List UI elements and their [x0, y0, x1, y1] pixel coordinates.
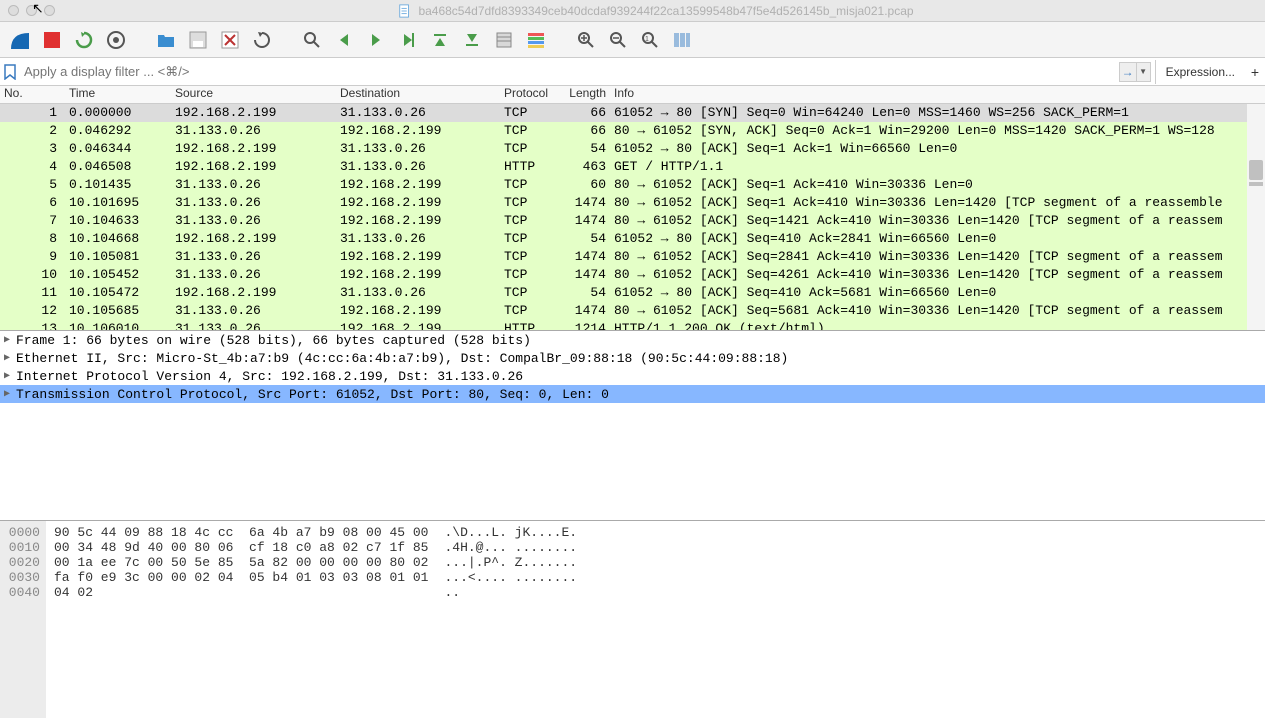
packet-row[interactable]: 1110.105472192.168.2.19931.133.0.26TCP54…: [0, 284, 1265, 302]
column-protocol[interactable]: Protocol: [500, 86, 562, 103]
chevron-down-icon: ▼: [1137, 63, 1150, 81]
column-no[interactable]: No.: [0, 86, 65, 103]
packet-list-pane: No. Time Source Destination Protocol Len…: [0, 86, 1265, 330]
column-length[interactable]: Length: [562, 86, 610, 103]
find-packet-button[interactable]: [298, 26, 326, 54]
expand-triangle-icon[interactable]: ▶: [4, 334, 16, 346]
bookmark-icon[interactable]: [2, 60, 18, 84]
expand-triangle-icon[interactable]: ▶: [4, 352, 16, 364]
save-file-button[interactable]: [184, 26, 212, 54]
zoom-in-button[interactable]: [572, 26, 600, 54]
reload-button[interactable]: [248, 26, 276, 54]
expand-triangle-icon[interactable]: ▶: [4, 370, 16, 382]
go-to-packet-button[interactable]: [394, 26, 422, 54]
detail-row[interactable]: ▶Internet Protocol Version 4, Src: 192.1…: [0, 367, 1265, 385]
detail-row[interactable]: ▶Transmission Control Protocol, Src Port…: [0, 385, 1265, 403]
hex-offsets: 0000 0010 0020 0030 0040: [0, 521, 46, 718]
expand-triangle-icon[interactable]: ▶: [4, 388, 16, 400]
packet-bytes-pane[interactable]: 0000 0010 0020 0030 0040 90 5c 44 09 88 …: [0, 520, 1265, 718]
filter-bar: → ▼ Expression... +: [0, 58, 1265, 86]
packet-row[interactable]: 610.10169531.133.0.26192.168.2.199TCP147…: [0, 194, 1265, 212]
maximize-window-button[interactable]: [44, 5, 55, 16]
packet-list-body[interactable]: 10.000000192.168.2.19931.133.0.26TCP6661…: [0, 104, 1265, 330]
close-file-button[interactable]: [216, 26, 244, 54]
go-back-button[interactable]: [330, 26, 358, 54]
capture-options-button[interactable]: [102, 26, 130, 54]
packet-row[interactable]: 20.04629231.133.0.26192.168.2.199TCP6680…: [0, 122, 1265, 140]
packet-row[interactable]: 1310.10601031.133.0.26192.168.2.199HTTP1…: [0, 320, 1265, 330]
expression-button[interactable]: Expression...: [1155, 60, 1245, 84]
packet-list-header[interactable]: No. Time Source Destination Protocol Len…: [0, 86, 1265, 104]
packet-row[interactable]: 810.104668192.168.2.19931.133.0.26TCP546…: [0, 230, 1265, 248]
go-first-button[interactable]: [426, 26, 454, 54]
column-info[interactable]: Info: [610, 86, 1265, 103]
window-controls: [8, 5, 55, 16]
packet-row[interactable]: 50.10143531.133.0.26192.168.2.199TCP6080…: [0, 176, 1265, 194]
auto-scroll-button[interactable]: [490, 26, 518, 54]
hex-bytes: 90 5c 44 09 88 18 4c cc 6a 4b a7 b9 08 0…: [46, 521, 436, 718]
document-icon: [398, 4, 412, 18]
detail-row[interactable]: ▶Ethernet II, Src: Micro-St_4b:a7:b9 (4c…: [0, 349, 1265, 367]
detail-row[interactable]: ▶Frame 1: 66 bytes on wire (528 bits), 6…: [0, 331, 1265, 349]
close-window-button[interactable]: [8, 5, 19, 16]
column-time[interactable]: Time: [65, 86, 171, 103]
packet-row[interactable]: 40.046508192.168.2.19931.133.0.26HTTP463…: [0, 158, 1265, 176]
filter-arrow-icon: →: [1120, 63, 1137, 81]
display-filter-input[interactable]: [20, 60, 1115, 84]
title-bar: ↖ ba468c54d7dfd8393349ceb40dcdaf939244f2…: [0, 0, 1265, 22]
zoom-out-button[interactable]: [604, 26, 632, 54]
stop-capture-button[interactable]: [38, 26, 66, 54]
colorize-button[interactable]: [522, 26, 550, 54]
go-last-button[interactable]: [458, 26, 486, 54]
packet-scrollbar[interactable]: [1247, 104, 1265, 330]
restart-capture-button[interactable]: [70, 26, 98, 54]
go-forward-button[interactable]: [362, 26, 390, 54]
packet-row[interactable]: 710.10463331.133.0.26192.168.2.199TCP147…: [0, 212, 1265, 230]
fin-icon[interactable]: [6, 26, 34, 54]
packet-row[interactable]: 1210.10568531.133.0.26192.168.2.199TCP14…: [0, 302, 1265, 320]
minimize-window-button[interactable]: [26, 5, 37, 16]
column-destination[interactable]: Destination: [336, 86, 500, 103]
column-source[interactable]: Source: [171, 86, 336, 103]
zoom-reset-button[interactable]: 1: [636, 26, 664, 54]
window-title: ba468c54d7dfd8393349ceb40dcdaf939244f22c…: [418, 4, 913, 18]
filter-apply-dropdown[interactable]: → ▼: [1119, 62, 1151, 82]
svg-text:1: 1: [645, 36, 649, 43]
packet-row[interactable]: 10.000000192.168.2.19931.133.0.26TCP6661…: [0, 104, 1265, 122]
add-filter-button[interactable]: +: [1245, 64, 1265, 80]
resize-columns-button[interactable]: [668, 26, 696, 54]
hex-ascii: .\D...L. jK....E. .4H.@... ........ ...|…: [436, 521, 585, 718]
open-file-button[interactable]: [152, 26, 180, 54]
packet-row[interactable]: 30.046344192.168.2.19931.133.0.26TCP5461…: [0, 140, 1265, 158]
packet-row[interactable]: 910.10508131.133.0.26192.168.2.199TCP147…: [0, 248, 1265, 266]
main-toolbar: 1: [0, 22, 1265, 58]
packet-row[interactable]: 1010.10545231.133.0.26192.168.2.199TCP14…: [0, 266, 1265, 284]
packet-details-pane[interactable]: ▶Frame 1: 66 bytes on wire (528 bits), 6…: [0, 330, 1265, 520]
